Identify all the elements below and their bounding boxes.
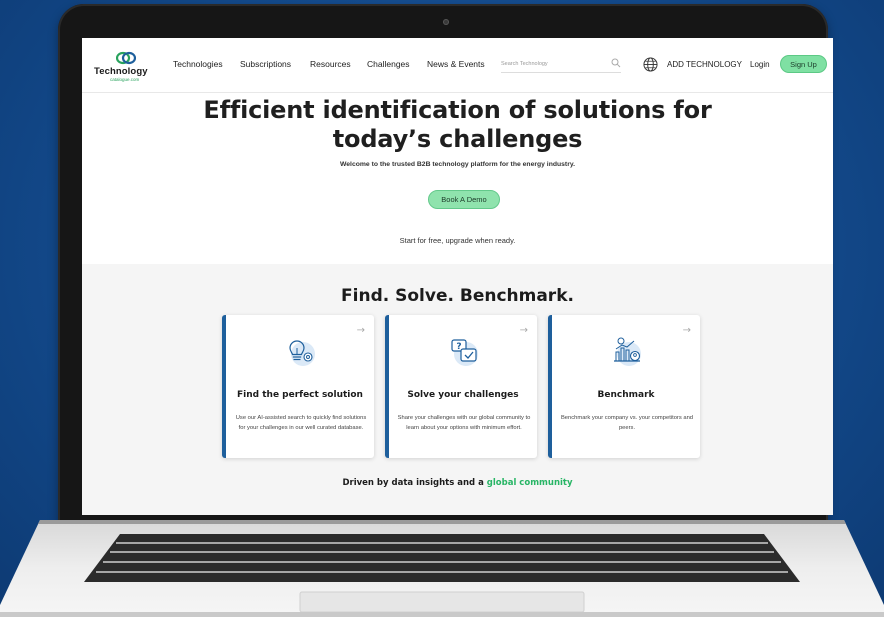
globe-icon[interactable] [643, 57, 658, 72]
add-technology-link[interactable]: ADD TECHNOLOGY [667, 60, 742, 69]
keyboard-deck [0, 520, 884, 617]
site-logo[interactable]: Technology catalogue.com [94, 51, 154, 83]
question-check-icon: ? [451, 339, 478, 366]
feature-card-benchmark[interactable]: → Benchmark Benchmark your company vs. y… [548, 315, 700, 458]
arrow-right-icon: → [519, 325, 528, 336]
nav-link-news-events[interactable]: News & Events [427, 59, 485, 69]
book-demo-button[interactable]: Book A Demo [428, 190, 500, 209]
sign-up-button[interactable]: Sign Up [780, 55, 827, 73]
logo-text: Technology [94, 66, 148, 77]
logo-mark-icon [116, 51, 136, 65]
hero-subtitle: Welcome to the trusted B2B technology pl… [339, 161, 576, 168]
chart-user-icon [614, 337, 641, 366]
search-icon[interactable] [611, 58, 621, 68]
nav-link-challenges[interactable]: Challenges [367, 59, 410, 69]
tagline-text: Driven by data insights and a [342, 478, 487, 488]
laptop-base [0, 520, 884, 617]
card-title: Find the perfect solution [237, 390, 363, 400]
top-navigation: Technology catalogue.com Technologies Su… [82, 38, 833, 93]
login-link[interactable]: Login [750, 60, 770, 69]
feature-card-solve[interactable]: → ? Solve your challenges Share your cha… [385, 315, 537, 458]
feature-card-find[interactable]: → Find the perfect solution Use our AI-a… [222, 315, 374, 458]
nav-link-technologies[interactable]: Technologies [173, 59, 223, 69]
hero-title-line-2: today’s challenges [332, 125, 583, 153]
hero-title-line-1: Efficient identification of solutions fo… [203, 96, 712, 124]
global-community-link[interactable]: global community [487, 478, 573, 488]
browser-screen: Technology catalogue.com Technologies Su… [82, 38, 833, 515]
start-free-note: Start for free, upgrade when ready. [399, 236, 516, 245]
logo-subtext: catalogue.com [110, 77, 140, 82]
card-description: Use our AI-assisted search to quickly fi… [235, 415, 367, 431]
card-description: Share your challenges with our global co… [397, 415, 531, 431]
arrow-right-icon: → [356, 325, 365, 336]
card-title: Benchmark [597, 390, 655, 400]
section-title: Find. Solve. Benchmark. [341, 286, 574, 306]
arrow-right-icon: → [682, 325, 691, 336]
search-input[interactable] [501, 57, 601, 71]
hero-title: Efficient identification of solutions fo… [82, 96, 833, 154]
tagline: Driven by data insights and a global com… [82, 478, 833, 488]
lightbulb-gear-icon [289, 340, 315, 366]
card-title: Solve your challenges [407, 390, 519, 400]
webcam [443, 19, 449, 25]
features-section: Find. Solve. Benchmark. → Find the perfe… [82, 264, 833, 515]
nav-link-resources[interactable]: Resources [310, 59, 351, 69]
search-box [501, 56, 621, 73]
nav-link-subscriptions[interactable]: Subscriptions [240, 59, 291, 69]
card-description: Benchmark your company vs. your competit… [560, 415, 694, 431]
